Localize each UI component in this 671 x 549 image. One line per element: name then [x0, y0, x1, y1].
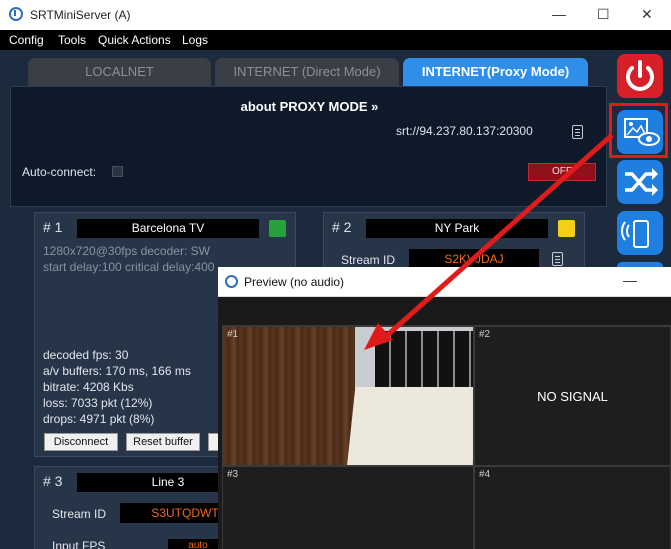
phone-button[interactable]: [617, 211, 663, 255]
maximize-button[interactable]: ☐: [597, 6, 610, 23]
video-frame: [223, 327, 473, 465]
stream-name[interactable]: Barcelona TV: [77, 219, 259, 238]
status-led: [269, 220, 286, 237]
tab-localnet[interactable]: LOCALNET: [28, 58, 211, 86]
menu-tools[interactable]: Tools: [58, 33, 86, 47]
tab-internet-proxy[interactable]: INTERNET(Proxy Mode): [403, 58, 588, 86]
input-fps-label: Input FPS: [52, 539, 106, 549]
close-button[interactable]: ✕: [641, 6, 653, 23]
highlight-box: [609, 103, 668, 158]
power-icon: [626, 60, 654, 91]
menu-logs[interactable]: Logs: [182, 33, 208, 47]
shuffle-button[interactable]: [617, 160, 663, 204]
app-icon: [9, 7, 23, 21]
loss: loss: 7033 pkt (12%): [43, 396, 153, 410]
preview-title: Preview (no audio): [244, 275, 345, 289]
drops: drops: 4971 pkt (8%): [43, 412, 155, 426]
quad-4[interactable]: #4: [474, 466, 671, 549]
quad-label: #1: [227, 329, 239, 340]
no-signal-text: NO SIGNAL: [537, 389, 608, 404]
stream-id-label: Stream ID: [52, 507, 107, 521]
preview-minimize-button[interactable]: —: [623, 272, 637, 288]
app-window: SRTMiniServer (A) — ☐ ✕ Config Tools Qui…: [0, 0, 671, 549]
card-number: # 1: [43, 219, 63, 235]
quad-label: #4: [479, 469, 491, 480]
preview-title-bar: Preview (no audio) —: [218, 267, 671, 297]
proxy-panel: about PROXY MODE » srt://94.237.80.137:2…: [10, 86, 607, 207]
quad-label: #3: [227, 469, 239, 480]
status-led: [558, 220, 575, 237]
autoconnect-checkbox[interactable]: [112, 166, 123, 177]
bitrate: bitrate: 4208 Kbs: [43, 380, 134, 394]
copy-icon[interactable]: [552, 252, 563, 266]
stream-format: 1280x720@30fps decoder: SW: [43, 244, 210, 258]
card-number: # 2: [332, 219, 352, 235]
app-icon: [225, 275, 238, 288]
preview-window: Preview (no audio) — #1 #2 NO SIGNAL #3: [218, 267, 671, 549]
quad-3[interactable]: #3: [222, 466, 474, 549]
quad-1[interactable]: #1: [222, 326, 474, 466]
disconnect-button[interactable]: Disconnect: [44, 433, 118, 451]
stream-id-field[interactable]: S2KVJDAJ: [409, 249, 539, 269]
minimize-button[interactable]: —: [552, 6, 566, 22]
decoded-fps: decoded fps: 30: [43, 348, 129, 362]
menu-config[interactable]: Config: [9, 33, 44, 47]
quad-2[interactable]: #2 NO SIGNAL: [474, 326, 671, 466]
stream-name[interactable]: NY Park: [366, 219, 548, 238]
about-proxy-link[interactable]: about PROXY MODE »: [11, 99, 608, 114]
proxy-toggle[interactable]: OFF: [528, 163, 596, 181]
reset-buffer-button[interactable]: Reset buffer: [126, 433, 200, 451]
phone-icon: [621, 220, 649, 248]
preview-grid: #1 #2 NO SIGNAL #3 #4: [222, 325, 671, 549]
srt-url: srt://94.237.80.137:20300: [396, 124, 533, 138]
autoconnect-label: Auto-connect:: [22, 165, 97, 179]
power-button[interactable]: [617, 54, 663, 98]
stream-card-2: # 2 NY Park Stream ID S2KVJDAJ: [323, 212, 585, 274]
window-title: SRTMiniServer (A): [30, 8, 131, 22]
menu-quick-actions[interactable]: Quick Actions: [98, 33, 171, 47]
card-number: # 3: [43, 473, 63, 489]
stream-id-label: Stream ID: [341, 253, 396, 267]
quad-label: #2: [479, 329, 491, 340]
shuffle-icon: [625, 168, 658, 196]
tab-internet-direct[interactable]: INTERNET (Direct Mode): [215, 58, 399, 86]
menu-bar: Config Tools Quick Actions Logs: [0, 30, 671, 50]
av-buffers: a/v buffers: 170 ms, 166 ms: [43, 364, 191, 378]
copy-icon[interactable]: [572, 125, 583, 139]
stream-delays: start delay:100 critical delay:400: [43, 260, 215, 274]
title-bar: SRTMiniServer (A) — ☐ ✕: [0, 0, 671, 30]
